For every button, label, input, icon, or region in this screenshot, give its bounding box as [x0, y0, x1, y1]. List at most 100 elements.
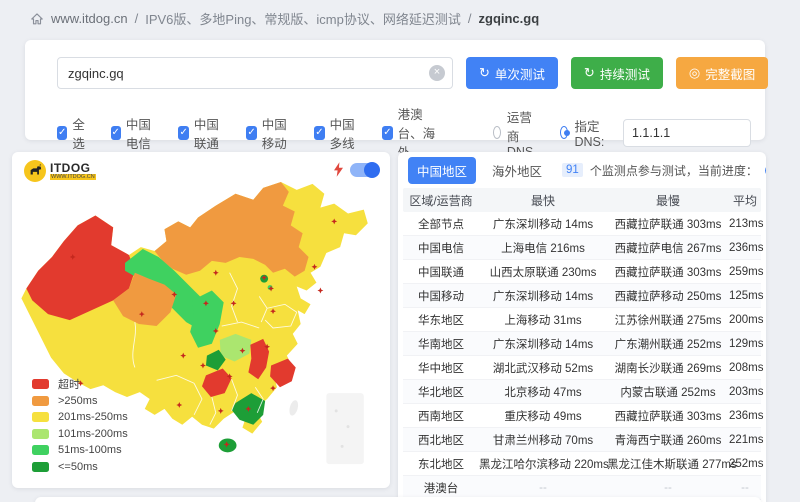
table-row: 西南地区重庆移动 49ms西藏拉萨联通 303ms236ms: [403, 404, 761, 428]
single-test-button[interactable]: ↻ 单次测试: [466, 57, 558, 89]
table-cell: 华南地区: [403, 336, 479, 352]
table-cell: 全部节点: [403, 216, 479, 232]
checkbox-item[interactable]: ✓中国电信: [111, 114, 157, 152]
logo-subtitle: WWW.ITDOG.CN: [50, 174, 96, 180]
legend-item: 51ms-100ms: [32, 442, 128, 459]
table-row: 中国电信上海电信 216ms西藏拉萨电信 267ms236ms: [403, 236, 761, 260]
checkbox-item[interactable]: ✓中国多线: [314, 114, 360, 152]
continuous-test-label: 持续测试: [600, 64, 650, 83]
breadcrumb-current: zgqinc.gq: [479, 11, 540, 26]
table-cell: 华北地区: [403, 384, 479, 400]
tab-china-region[interactable]: 中国地区: [408, 157, 476, 184]
legend-swatch: [32, 412, 49, 422]
legend-label: >250ms: [58, 395, 97, 407]
progress-caption: 个监测点参与测试，当前进度：: [590, 162, 758, 179]
checkbox-box[interactable]: ✓: [246, 126, 256, 140]
table-cell: 华中地区: [403, 360, 479, 376]
legend-swatch: [32, 429, 49, 439]
table-cell: 广东深圳移动 14ms: [479, 288, 607, 304]
table-cell: 252ms: [729, 458, 764, 470]
legend-item: >250ms: [32, 393, 128, 410]
table-cell: 259ms: [729, 266, 764, 278]
breadcrumb: www.itdog.cn / IPV6版、多地Ping、常规版、icmp协议、网…: [30, 9, 539, 28]
host-input[interactable]: [57, 57, 453, 89]
table-body: 全部节点广东深圳移动 14ms西藏拉萨联通 303ms213ms中国电信上海电信…: [403, 212, 761, 500]
progress-label: 99%: [765, 164, 766, 177]
table-cell: 213ms: [729, 218, 764, 230]
table-cell: 208ms: [729, 362, 764, 374]
legend-label: 201ms-250ms: [58, 411, 128, 423]
table-cell: 西藏拉萨联通 303ms: [607, 408, 729, 424]
results-card: 中国地区 海外地区 91 个监测点参与测试，当前进度： 99% 区域/运营商最快…: [398, 152, 766, 502]
checkbox-item[interactable]: ✓ 全选: [57, 114, 89, 152]
map-card: ITDOG WWW.ITDOG.CN: [12, 152, 390, 488]
tab-overseas-region[interactable]: 海外地区: [483, 157, 551, 184]
table-cell: 西藏拉萨联通 303ms: [607, 264, 729, 280]
radio-specified-dns-label: 指定DNS:: [574, 116, 605, 149]
progress-bar: 99%: [765, 164, 766, 177]
checkbox-box[interactable]: ✓: [111, 126, 121, 140]
table-cell: 湖南长沙联通 269ms: [607, 360, 729, 376]
map-theme-toggle[interactable]: [350, 163, 378, 177]
table-cell: 西藏拉萨电信 267ms: [607, 240, 729, 256]
results-header: 中国地区 海外地区 91 个监测点参与测试，当前进度： 99%: [398, 152, 766, 188]
logo-title: ITDOG: [50, 163, 96, 174]
table-cell: 125ms: [729, 290, 764, 302]
region-hainan: [219, 439, 237, 453]
results-table: 区域/运营商最快最慢平均 全部节点广东深圳移动 14ms西藏拉萨联通 303ms…: [403, 188, 761, 500]
home-icon[interactable]: [30, 12, 44, 26]
breadcrumb-path: IPV6版、多地Ping、常规版、icmp协议、网络延迟测试: [145, 9, 461, 28]
table-row: 中国联通山西太原联通 230ms西藏拉萨联通 303ms259ms: [403, 260, 761, 284]
south-sea-inset: [326, 393, 363, 464]
table-cell: 广东深圳移动 14ms: [479, 216, 607, 232]
checkbox-label: 中国移动: [262, 114, 293, 152]
table-cell: 西北地区: [403, 432, 479, 448]
column-header: 区域/运营商: [403, 192, 479, 209]
legend-swatch: [32, 396, 49, 406]
lightning-icon[interactable]: [334, 162, 343, 177]
table-row: 全部节点广东深圳移动 14ms西藏拉萨联通 303ms213ms: [403, 212, 761, 236]
clear-input-icon[interactable]: ×: [429, 65, 445, 81]
table-cell: 200ms: [729, 314, 764, 326]
legend-item: 101ms-200ms: [32, 426, 128, 443]
legend-item: 超时: [32, 376, 128, 393]
legend-label: 超时: [58, 376, 80, 392]
refresh-icon: ↻: [584, 65, 595, 81]
table-cell: 上海移动 31ms: [479, 312, 607, 328]
checkbox-label: 全选: [72, 114, 88, 152]
checkbox-box[interactable]: ✓: [382, 126, 392, 140]
table-cell: 中国电信: [403, 240, 479, 256]
screenshot-button[interactable]: ◎ 完整截图: [676, 57, 768, 89]
checkbox-box[interactable]: ✓: [314, 126, 324, 140]
table-cell: 广东潮州联通 252ms: [607, 336, 729, 352]
table-cell: 黑龙江哈尔滨移动 220ms: [479, 456, 607, 472]
camera-icon: ◎: [689, 65, 700, 81]
legend-swatch: [32, 445, 49, 455]
table-cell: 重庆移动 49ms: [479, 408, 607, 424]
column-header: 最快: [479, 192, 607, 209]
legend-label: 51ms-100ms: [58, 444, 122, 456]
breadcrumb-site[interactable]: www.itdog.cn: [51, 11, 128, 26]
checkbox-item[interactable]: ✓ 中国移动: [246, 114, 292, 152]
legend-swatch: [32, 379, 49, 389]
table-cell: 西藏拉萨移动 250ms: [607, 288, 729, 304]
table-cell: 129ms: [729, 338, 764, 350]
radio-specified-dns[interactable]: [560, 126, 568, 139]
toggle-knob: [364, 162, 380, 178]
checkbox-box[interactable]: ✓: [57, 126, 67, 140]
table-row: 中国移动广东深圳移动 14ms西藏拉萨移动 250ms125ms: [403, 284, 761, 308]
dog-icon: [24, 160, 46, 182]
dns-input[interactable]: [623, 119, 751, 147]
continuous-test-button[interactable]: ↻ 持续测试: [571, 57, 663, 89]
column-header: 最慢: [607, 192, 729, 209]
table-cell: --: [607, 482, 729, 494]
checkbox-box[interactable]: ✓: [178, 126, 188, 140]
breadcrumb-separator: /: [468, 11, 472, 26]
radio-carrier-dns[interactable]: [493, 126, 501, 139]
table-cell: 221ms: [729, 434, 764, 446]
checkbox-item[interactable]: ✓中国联通: [178, 114, 224, 152]
refresh-icon: ↻: [479, 65, 490, 81]
table-cell: 东北地区: [403, 456, 479, 472]
legend-item: <=50ms: [32, 459, 128, 476]
screenshot-label: 完整截图: [705, 64, 755, 83]
